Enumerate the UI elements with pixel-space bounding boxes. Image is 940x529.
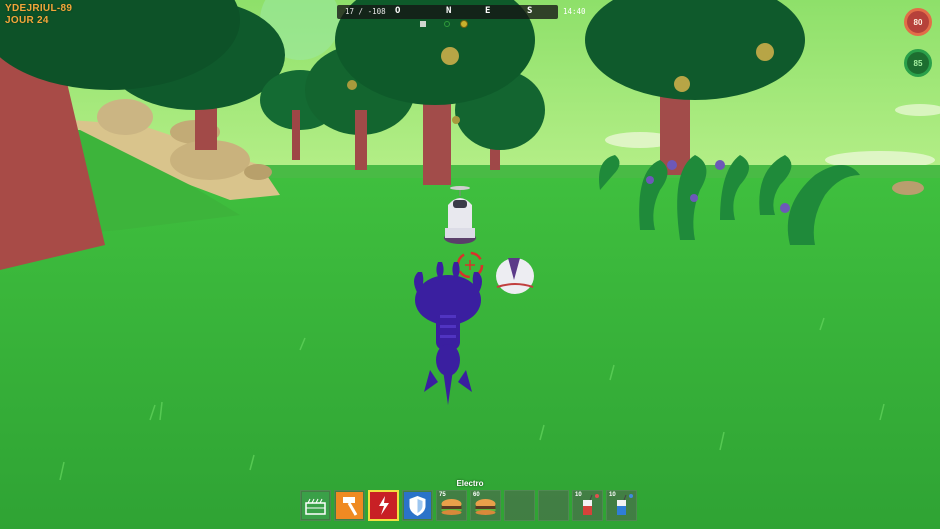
hotbar-slot-6[interactable]: 60 [470, 490, 501, 521]
burger-icon [441, 499, 462, 515]
oxygen-gauge: 85 [904, 49, 932, 77]
hotbar-slot-7[interactable] [504, 490, 535, 521]
shield-icon [404, 492, 431, 519]
health-gauge: 80 [904, 8, 932, 36]
health-value: 80 [913, 17, 923, 27]
player-info: YDEJRIUL-89 JOUR 24 [5, 3, 72, 27]
egg-pod [496, 258, 534, 294]
compass-west: O [395, 6, 401, 16]
game-viewport[interactable] [0, 0, 940, 529]
world-render [0, 0, 940, 529]
waypoint-marker-icon [444, 21, 450, 27]
hotbar-slot-3[interactable] [368, 490, 399, 521]
base-marker-icon [420, 21, 426, 27]
compass-markers [418, 20, 478, 30]
selected-item-label: Electro [456, 479, 484, 488]
hotbar-slot-10[interactable]: 10 [606, 490, 637, 521]
hotbar-slot-5[interactable]: 75 [436, 490, 467, 521]
objective-marker-icon [460, 20, 468, 28]
coordinates: 17 / -108 [345, 7, 386, 16]
hotbar-slot-8[interactable] [538, 490, 569, 521]
compass-bar: 17 / -108 O N E S [337, 5, 558, 19]
game-clock: 14:40 [563, 7, 586, 16]
player-name: YDEJRIUL-89 [5, 3, 73, 14]
compass-east: E [485, 6, 491, 16]
red-drink-icon [583, 494, 599, 515]
day-counter: JOUR 24 [5, 15, 49, 26]
hammer-icon [336, 492, 363, 519]
hotbar: 75 60 10 10 [300, 490, 637, 522]
blue-drink-icon [617, 494, 633, 515]
compass-north: N [446, 6, 452, 16]
hotbar-slot-9[interactable]: 10 [572, 490, 603, 521]
hotbar-slot-4[interactable] [402, 490, 433, 521]
hotbar-slot-1[interactable] [300, 490, 331, 521]
oxygen-value: 85 [913, 58, 923, 68]
hotbar-slot-2[interactable] [334, 490, 365, 521]
crate-icon [302, 492, 329, 519]
compass-south: S [527, 6, 533, 16]
burger-icon [475, 499, 496, 515]
electro-icon [370, 492, 397, 519]
